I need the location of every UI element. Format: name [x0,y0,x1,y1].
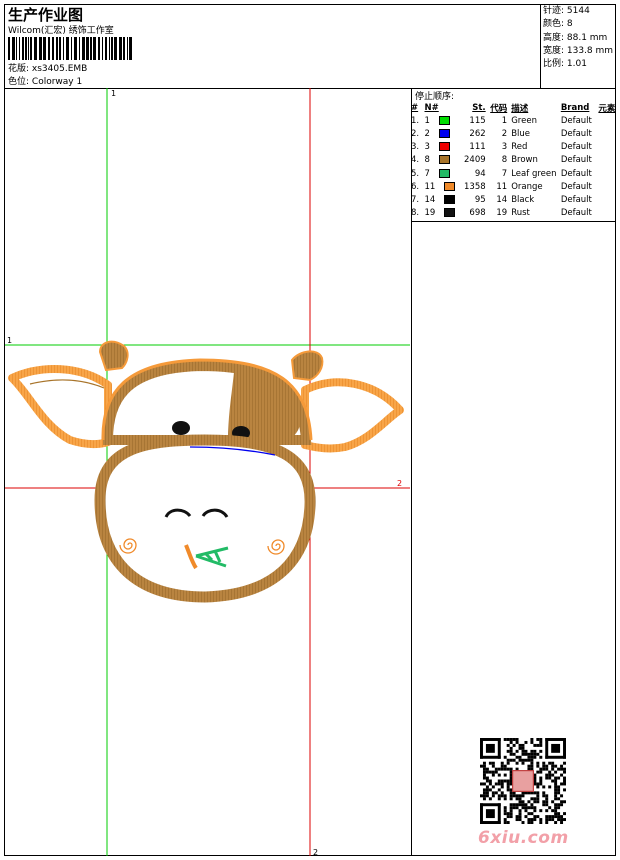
qr-stamp [512,770,534,792]
left-horn [98,340,129,372]
guide-label-h1: 1 [7,336,12,345]
right-horn [290,350,324,382]
left-eye [172,421,190,435]
muzzle [94,434,316,603]
watermark-brand: 6xiu.com [478,828,569,848]
guide-label-v1: 1 [111,89,116,98]
embroidery-canvas: 1 1 2 2 [5,88,410,857]
right-ear [301,378,404,453]
guide-label-v2: 2 [313,848,318,857]
qr-code [480,738,566,824]
guide-label-h2: 2 [397,479,402,488]
